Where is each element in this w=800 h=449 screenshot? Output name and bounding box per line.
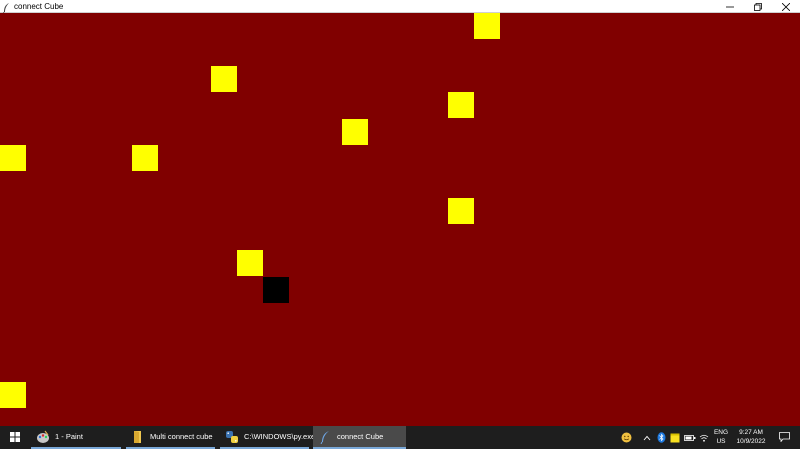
clock-date: 10/9/2022 [736, 438, 766, 445]
paint-icon [36, 430, 50, 444]
windows-icon [10, 431, 20, 444]
taskbar-item-multi-connect-cube[interactable]: Multi connect cube [126, 426, 215, 449]
yellow-cube [132, 145, 158, 171]
taskbar-item-label: Multi connect cube [150, 432, 213, 441]
player-cube[interactable] [263, 277, 289, 303]
taskbar-item-py-exe[interactable]: C:\WINDOWS\py.exe [220, 426, 315, 449]
feather-icon [318, 430, 332, 444]
clock-time: 9:27 AM [739, 429, 763, 436]
notification-icon [778, 431, 790, 444]
yellow-cube [237, 250, 263, 276]
notification-button[interactable] [772, 426, 796, 449]
game-canvas[interactable] [0, 13, 800, 426]
yellow-cube [0, 382, 26, 408]
feather-icon [2, 1, 11, 15]
yellow-cube [448, 198, 474, 224]
language-code: ENG [713, 429, 729, 436]
taskbar-item-connect-cube[interactable]: connect Cube [313, 426, 406, 449]
taskbar-item-paint[interactable]: 1 - Paint [31, 426, 121, 449]
emoji-icon[interactable] [618, 426, 634, 449]
yellow-cube [474, 13, 500, 39]
chevron-up-icon[interactable] [641, 426, 653, 449]
taskbar-item-label: 1 - Paint [55, 432, 83, 441]
taskbar-item-label: C:\WINDOWS\py.exe [244, 432, 316, 441]
yellow-cube [342, 119, 368, 145]
folder-icon [131, 430, 145, 444]
clock[interactable]: 9:27 AM 10/9/2022 [732, 428, 770, 446]
window-title: connect Cube [14, 2, 64, 11]
battery-icon[interactable] [683, 426, 697, 449]
taskbar-item-label: connect Cube [337, 432, 384, 441]
minimize-button[interactable] [716, 0, 744, 13]
start-button[interactable] [0, 426, 30, 449]
language-indicator[interactable]: ENG US [712, 428, 730, 446]
maximize-button[interactable] [744, 0, 772, 13]
wifi-icon[interactable] [698, 426, 710, 449]
bluetooth-icon[interactable] [655, 426, 667, 449]
yellow-cube [448, 92, 474, 118]
window-title-bar[interactable]: connect Cube [0, 0, 800, 15]
sticky-notes-icon[interactable] [668, 426, 681, 449]
yellow-cube [211, 66, 237, 92]
close-button[interactable] [772, 0, 800, 13]
language-region: US [716, 438, 726, 445]
python-icon [225, 430, 239, 444]
yellow-cube [0, 145, 26, 171]
taskbar: 1 - Paint Multi connect cube C:\WINDOWS\… [0, 426, 800, 449]
